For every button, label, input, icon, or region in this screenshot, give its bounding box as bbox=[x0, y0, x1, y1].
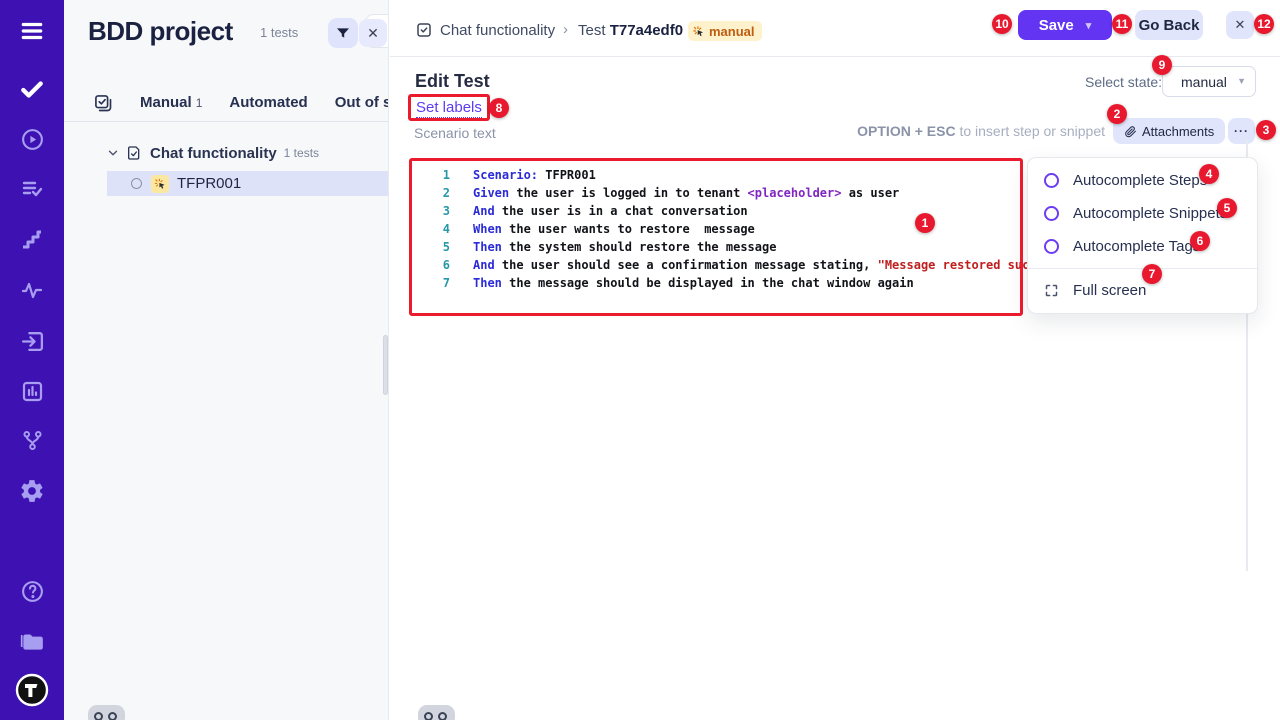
line-number: 2 bbox=[414, 184, 450, 202]
cut-off-pill-left bbox=[88, 705, 125, 720]
tab-count: 1 bbox=[196, 96, 203, 110]
breadcrumb-task-icon bbox=[415, 21, 433, 44]
help-icon[interactable] bbox=[0, 573, 64, 609]
tree-suite-row[interactable]: Chat functionality 1 tests bbox=[64, 140, 389, 166]
import-login-icon[interactable] bbox=[0, 323, 64, 359]
test-label[interactable]: TFPR001 bbox=[177, 175, 241, 192]
line-number: 5 bbox=[414, 238, 450, 256]
app-window: BDD project 1 tests ✕ Manual 1 Automated Ou… bbox=[0, 0, 1280, 720]
line-number: 1 bbox=[414, 166, 450, 184]
select-state-label: Select state: bbox=[1085, 74, 1162, 90]
tab-label: Automated bbox=[229, 94, 307, 111]
code-text: And the user should see a confirmation m… bbox=[473, 256, 1044, 274]
radio-icon bbox=[1044, 206, 1059, 221]
cursor-click-emoji-icon bbox=[692, 25, 705, 38]
suite-test-count: 1 tests bbox=[284, 146, 319, 160]
line-number: 3 bbox=[414, 202, 450, 220]
filter-button[interactable] bbox=[328, 18, 358, 48]
editor-shortcut-hint: OPTION + ESC to insert step or snippet bbox=[390, 123, 1105, 139]
select-all-icon[interactable] bbox=[93, 93, 113, 113]
main-area: Chat functionality › Test T77a4edf0 manu… bbox=[390, 0, 1280, 720]
analytics-chart-icon[interactable] bbox=[0, 373, 64, 409]
suite-document-icon bbox=[126, 145, 142, 161]
tab-label: Out of sy bbox=[335, 94, 389, 111]
test-radio-icon[interactable] bbox=[131, 178, 142, 189]
manual-cursor-emoji-icon bbox=[151, 175, 169, 193]
select-caret-icon: ▼ bbox=[1237, 76, 1246, 86]
chevron-down-icon[interactable] bbox=[106, 146, 120, 160]
menu-item-label: Autocomplete Steps bbox=[1073, 172, 1207, 189]
state-selected-value: manual bbox=[1181, 74, 1227, 90]
line-number: 6 bbox=[414, 256, 450, 274]
editor-options-menu: Autocomplete Steps Autocomplete Snippets A… bbox=[1027, 157, 1258, 314]
documentation-folder-icon[interactable] bbox=[0, 623, 64, 659]
close-editor-button[interactable]: ✕ bbox=[1226, 11, 1254, 39]
state-select-dropdown[interactable]: manual ▼ bbox=[1162, 66, 1256, 97]
attachments-button[interactable]: Attachments bbox=[1113, 118, 1225, 144]
activity-pulse-icon[interactable] bbox=[0, 272, 64, 308]
paperclip-icon bbox=[1124, 125, 1137, 138]
save-button[interactable]: Save ▾ bbox=[1018, 10, 1112, 40]
breadcrumb-separator: › bbox=[563, 21, 568, 38]
tab-out-of-sy[interactable]: Out of sy bbox=[335, 94, 389, 111]
code-text: When the user wants to restore message bbox=[473, 220, 755, 238]
project-title: BDD project bbox=[88, 16, 233, 47]
code-text: Given the user is logged in to tenant <p… bbox=[473, 184, 899, 202]
settings-gear-icon[interactable] bbox=[0, 473, 64, 509]
line-number: 7 bbox=[414, 274, 450, 292]
set-labels-link[interactable]: Set labels bbox=[416, 99, 482, 118]
topbar: Chat functionality › Test T77a4edf0 manu… bbox=[390, 0, 1280, 57]
cut-off-pill-main bbox=[418, 705, 455, 720]
panel-tabs: Manual 1 Automated Out of sy bbox=[64, 84, 389, 122]
menu-item-label: Autocomplete Snippets bbox=[1073, 205, 1227, 222]
panel-scrollbar-thumb[interactable] bbox=[383, 335, 388, 395]
breadcrumb-test: Test T77a4edf0 bbox=[578, 22, 683, 39]
code-text: Then the system should restore the messa… bbox=[473, 238, 776, 256]
line-number: 4 bbox=[414, 220, 450, 238]
menu-item-autocomplete-tags[interactable]: Autocomplete Tags bbox=[1028, 230, 1257, 263]
branches-git-icon[interactable] bbox=[0, 422, 64, 458]
tests-check-icon[interactable] bbox=[0, 71, 64, 107]
hamburger-menu-icon[interactable] bbox=[0, 13, 64, 49]
radio-icon bbox=[1044, 173, 1059, 188]
filter-close-button[interactable]: ✕ bbox=[359, 19, 387, 47]
tab-manual[interactable]: Manual 1 bbox=[140, 94, 202, 111]
manual-status-badge: manual bbox=[688, 21, 762, 41]
menu-item-full-screen[interactable]: Full screen bbox=[1028, 274, 1257, 307]
menu-item-autocomplete-steps[interactable]: Autocomplete Steps bbox=[1028, 164, 1257, 197]
profile-t-logo-avatar[interactable] bbox=[0, 672, 64, 708]
breadcrumb-suite-link[interactable]: Chat functionality bbox=[440, 22, 555, 39]
close-icon: ✕ bbox=[367, 25, 379, 42]
menu-item-label: Full screen bbox=[1073, 282, 1146, 299]
test-plans-icon[interactable] bbox=[0, 171, 64, 207]
menu-item-autocomplete-snippets[interactable]: Autocomplete Snippets bbox=[1028, 197, 1257, 230]
code-text: Then the message should be displayed in … bbox=[473, 274, 914, 292]
page-title: Edit Test bbox=[415, 71, 490, 92]
editor-more-options-button[interactable]: ··· bbox=[1228, 118, 1255, 144]
go-back-button[interactable]: Go Back bbox=[1135, 10, 1203, 40]
test-id: T77a4edf0 bbox=[610, 22, 683, 39]
suite-label[interactable]: Chat functionality bbox=[150, 145, 277, 162]
menu-divider bbox=[1028, 268, 1257, 269]
runs-play-icon[interactable] bbox=[0, 121, 64, 157]
tests-panel: BDD project 1 tests ✕ Manual 1 Automated Ou… bbox=[64, 0, 389, 720]
filter-funnel-icon bbox=[335, 25, 351, 41]
code-text: Scenario: TFPR001 bbox=[473, 166, 596, 184]
tab-label: Manual bbox=[140, 94, 192, 111]
project-test-count: 1 tests bbox=[260, 25, 298, 40]
menu-item-label: Autocomplete Tags bbox=[1073, 238, 1200, 255]
tab-automated[interactable]: Automated bbox=[229, 94, 307, 111]
save-dropdown-caret-icon[interactable]: ▾ bbox=[1086, 19, 1092, 32]
radio-icon bbox=[1044, 239, 1059, 254]
sidebar-rail bbox=[0, 0, 64, 720]
tree-test-row-selected[interactable]: TFPR001 bbox=[107, 171, 389, 196]
code-text: And the user is in a chat conversation bbox=[473, 202, 748, 220]
fullscreen-icon bbox=[1044, 283, 1059, 298]
steps-stairs-icon[interactable] bbox=[0, 222, 64, 258]
